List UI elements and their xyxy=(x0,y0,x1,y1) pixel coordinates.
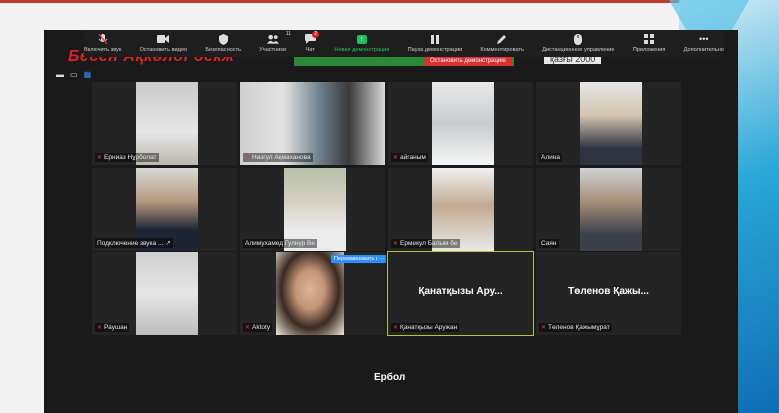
participants-label: Участники xyxy=(259,47,286,53)
participant-display-name: Төленов Қажы... xyxy=(568,286,649,297)
unmute-label: Включить звук xyxy=(84,47,122,53)
participant-name: ✕ Ермекул Балым бе xyxy=(391,239,460,248)
remote-control-label: Дистанционное управление xyxy=(542,47,615,53)
pause-icon xyxy=(429,33,441,45)
participant-tile[interactable]: ✕ Ерниаз Нұрболат xyxy=(92,82,237,165)
meeting-toolbar: Включить звук Остановить видео Безопасно… xyxy=(84,30,724,57)
participant-display-name: Ербол xyxy=(374,372,406,383)
participant-tile[interactable]: Алимухамед Гулнур Ве xyxy=(240,168,385,251)
participants-icon xyxy=(266,33,279,45)
chat-button[interactable]: 2 Чат xyxy=(304,30,320,57)
share-icon: ↑ xyxy=(356,33,368,45)
security-label: Безопасность xyxy=(205,47,242,53)
video-icon xyxy=(157,33,170,45)
minimize-icon[interactable]: ▬ xyxy=(56,70,64,79)
view-controls: ▬ ▭ ▦ xyxy=(56,70,91,79)
remote-control-button[interactable]: Дистанционное управление xyxy=(542,30,615,57)
participant-name: ✕ Назгул Ақмаханова xyxy=(243,153,313,162)
participant-tile[interactable]: Подключение звука ... ↗ xyxy=(92,168,237,251)
participant-tile[interactable]: Саян xyxy=(536,168,681,251)
participants-count: 11 xyxy=(285,31,291,37)
more-label: Дополнительно xyxy=(683,47,724,53)
apps-button[interactable]: Приложения xyxy=(632,30,666,57)
participant-video xyxy=(580,82,642,165)
mic-off-icon xyxy=(97,33,109,45)
apps-label: Приложения xyxy=(632,47,666,53)
participant-name: ✕ Төленов Қажымұрат xyxy=(539,323,612,332)
participant-name: ✕ айганым xyxy=(391,153,428,162)
shield-icon xyxy=(217,33,229,45)
stop-share-button[interactable]: Остановить демонстрацию xyxy=(424,57,512,66)
pause-share-label: Пауза демонстрации xyxy=(407,47,463,53)
participant-tile[interactable]: Алина xyxy=(536,82,681,165)
active-speaker-tile[interactable]: Қанатқызы Ару... ✕ Қанатқызы Аружан xyxy=(387,251,534,336)
participants-button[interactable]: 11 Участники xyxy=(259,30,291,57)
chat-badge: 2 xyxy=(312,31,320,38)
apps-icon xyxy=(643,33,655,45)
participant-name: ✕ Ерниаз Нұрболат xyxy=(95,153,159,162)
mic-off-icon: ✕ xyxy=(393,325,399,331)
participant-tile[interactable]: ✕ Раушан xyxy=(92,252,237,335)
new-share-button[interactable]: ↑ Новая демонстрация xyxy=(334,30,389,57)
more-button[interactable]: ••• Дополнительно xyxy=(684,30,724,57)
participant-video xyxy=(276,252,344,335)
stop-video-button[interactable]: Остановить видео xyxy=(139,30,188,57)
gallery-view-icon[interactable]: ▦ xyxy=(84,70,92,79)
chat-label: Чат xyxy=(305,47,315,53)
new-share-label: Новая демонстрация xyxy=(334,47,390,53)
participant-tile[interactable]: ✕ Aktoty xyxy=(240,252,385,335)
top-border xyxy=(0,0,779,3)
more-icon: ••• xyxy=(699,34,709,44)
mic-off-icon: ✕ xyxy=(97,155,103,161)
participant-tile[interactable]: ✕ Назгул Ақмаханова xyxy=(240,82,385,165)
stop-video-label: Остановить видео xyxy=(139,47,188,53)
mic-off-icon: ✕ xyxy=(393,155,399,161)
participant-name: Алимухамед Гулнур Ве xyxy=(243,239,318,248)
participant-video xyxy=(580,168,642,251)
mic-off-icon: ✕ xyxy=(541,325,547,331)
participant-display-name: Қанатқызы Ару... xyxy=(418,286,503,297)
participant-tile[interactable]: ✕ Ермекул Балым бе xyxy=(388,168,533,251)
annotate-button[interactable]: Комментировать xyxy=(480,30,524,57)
participant-name: Саян xyxy=(539,239,559,248)
annotate-label: Комментировать xyxy=(480,47,524,53)
pause-share-button[interactable]: Пауза демонстрации xyxy=(407,30,463,57)
mic-off-icon: ✕ xyxy=(393,241,399,247)
participant-tile[interactable]: ✕ айганым xyxy=(388,82,533,165)
participant-name: Алина xyxy=(539,153,562,162)
participant-name: Подключение звука ... ↗ xyxy=(95,238,173,248)
participant-name: ✕ Қанатқызы Аружан xyxy=(391,323,460,332)
participant-video xyxy=(136,252,198,335)
restore-icon[interactable]: ▭ xyxy=(70,70,78,79)
mic-off-icon: ✕ xyxy=(97,325,103,331)
zoom-meeting-window: Бесен Ақкөлді бекж қазғы 2000 Включить з… xyxy=(44,30,738,413)
tile-more-button[interactable]: ... xyxy=(377,255,387,261)
participant-name: ✕ Aktoty xyxy=(243,323,273,332)
participant-video xyxy=(432,82,494,165)
mic-off-icon: ✕ xyxy=(245,155,251,161)
unmute-button[interactable]: Включить звук xyxy=(84,30,121,57)
participant-name: ✕ Раушан xyxy=(95,323,130,332)
participant-tile[interactable]: Төленов Қажы... ✕ Төленов Қажымұрат xyxy=(536,252,681,335)
security-button[interactable]: Безопасность xyxy=(205,30,241,57)
pencil-icon xyxy=(496,33,508,45)
remote-control-icon xyxy=(572,33,584,45)
mic-off-icon: ✕ xyxy=(245,325,251,331)
